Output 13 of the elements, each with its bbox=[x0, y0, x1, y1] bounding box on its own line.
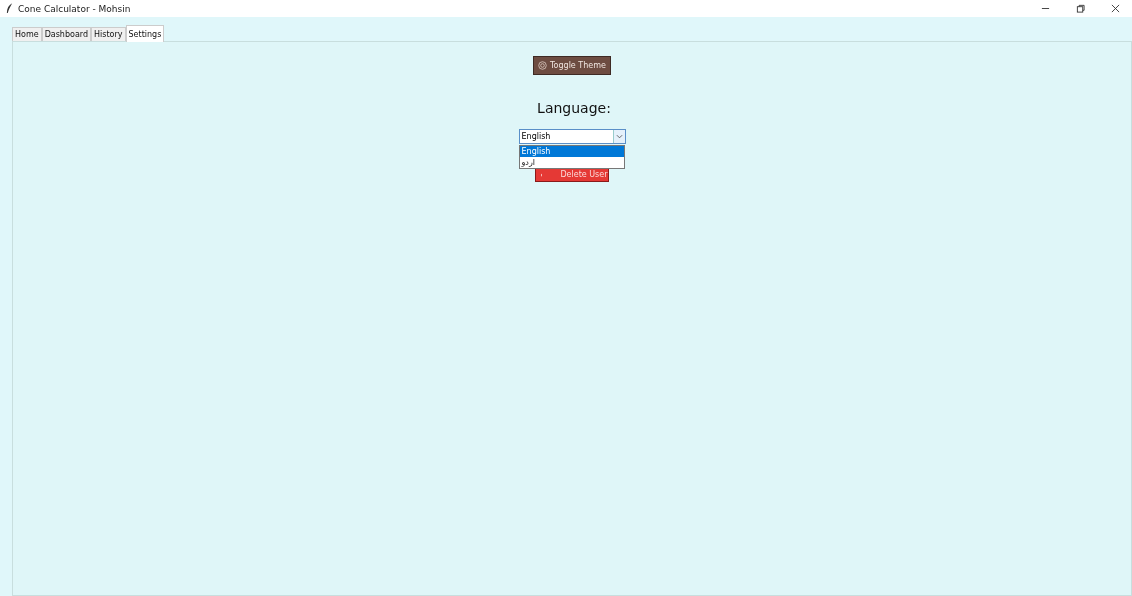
tab[interactable]: History bbox=[91, 27, 126, 41]
restore-icon[interactable] bbox=[1076, 4, 1085, 13]
tab[interactable]: Home bbox=[12, 27, 42, 41]
feather-icon bbox=[6, 3, 13, 14]
tab[interactable]: Settings bbox=[125, 25, 165, 42]
close-icon[interactable] bbox=[1111, 4, 1120, 13]
caret-icon bbox=[615, 134, 623, 139]
toggle-theme-button[interactable]: Toggle Theme bbox=[533, 56, 611, 75]
window-title: Cone Calculator - Mohsin bbox=[18, 3, 131, 14]
language-label: Language: bbox=[537, 100, 611, 116]
language-dropdown[interactable]: English bbox=[518, 129, 626, 144]
dropdown-option[interactable]: English bbox=[519, 146, 624, 157]
tab[interactable]: Dashboard bbox=[41, 27, 92, 41]
